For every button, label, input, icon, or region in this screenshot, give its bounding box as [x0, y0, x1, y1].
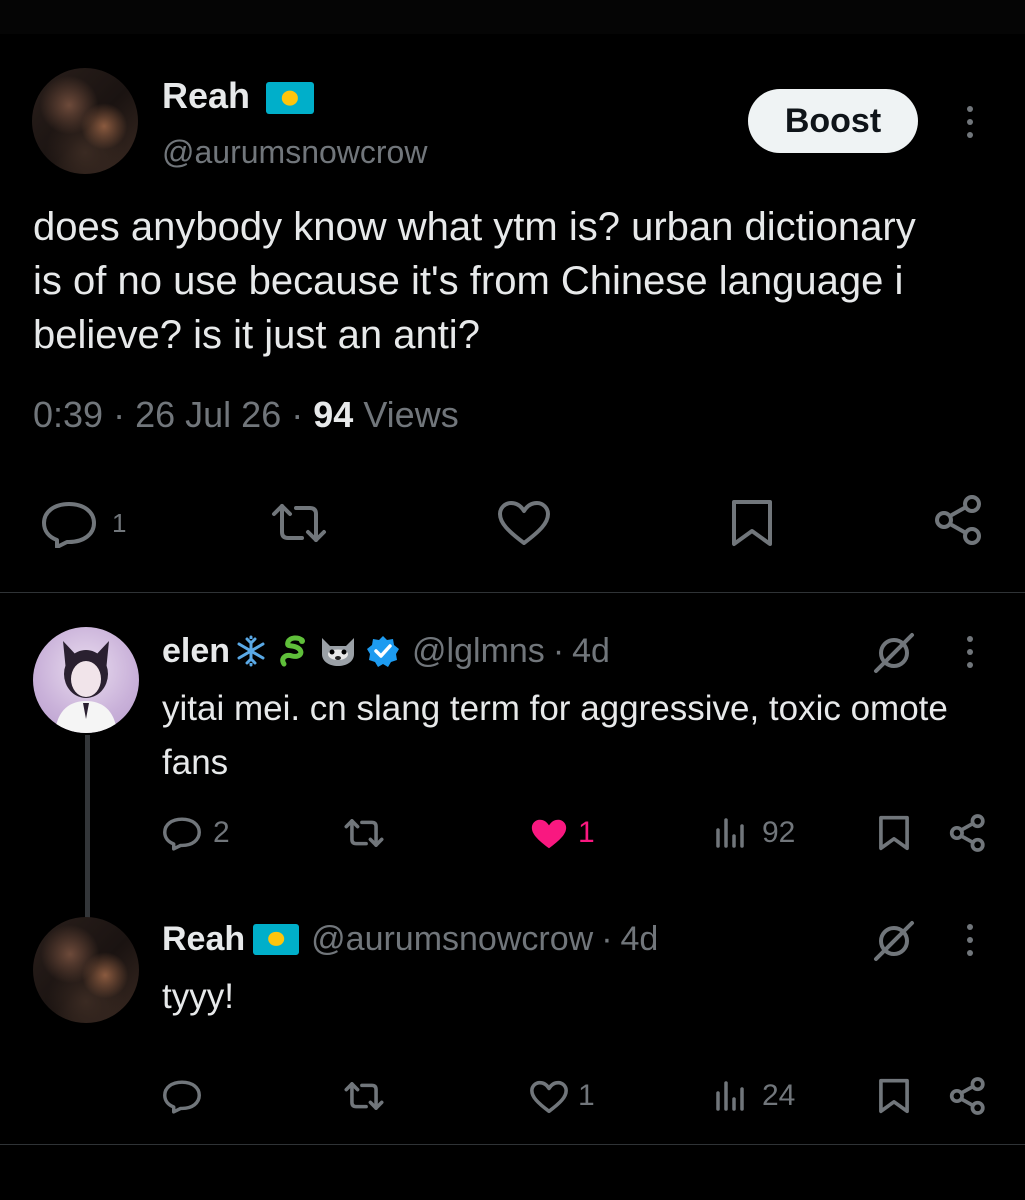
avatar-portrait-icon	[55, 641, 117, 733]
status-bar-strip	[0, 0, 1025, 34]
reply-author[interactable]: elen @lglmns · 4d	[162, 630, 610, 672]
divider	[0, 592, 1025, 593]
more-options-icon[interactable]	[960, 924, 980, 956]
boost-button[interactable]: Boost	[748, 89, 918, 153]
post-text: does anybody know what ytm is? urban dic…	[33, 205, 916, 357]
reply-count: 1	[112, 508, 127, 538]
views-icon[interactable]	[714, 1079, 748, 1113]
reply-age: 4d	[620, 920, 659, 958]
kazakhstan-flag-icon	[253, 923, 300, 955]
grok-icon[interactable]	[872, 919, 916, 963]
cat-face-icon	[318, 634, 358, 668]
reply-author[interactable]: Reah @aurumsnowcrow · 4d	[162, 918, 658, 960]
views-count: 24	[762, 1079, 796, 1112]
like-icon[interactable]	[529, 1080, 569, 1114]
divider	[0, 1144, 1025, 1145]
reply-handle[interactable]: @lglmns	[412, 630, 545, 672]
like-icon[interactable]	[496, 500, 552, 546]
separator-dot: ·	[291, 394, 304, 435]
bookmark-icon[interactable]	[730, 498, 774, 548]
thread-line	[85, 735, 90, 918]
like-icon-filled[interactable]	[529, 817, 569, 851]
reply-age: 4d	[572, 632, 610, 670]
share-icon[interactable]	[948, 1076, 988, 1116]
reply-icon[interactable]	[40, 500, 98, 548]
author-name-text: Reah	[162, 75, 251, 116]
dragon-icon	[276, 634, 310, 668]
post-date: 26 Jul 26	[135, 394, 282, 435]
like-count: 1	[578, 816, 595, 849]
repost-icon[interactable]	[342, 1079, 386, 1113]
avatar[interactable]	[32, 68, 138, 174]
reply-handle[interactable]: @aurumsnowcrow	[311, 918, 593, 960]
post-time: 0:39	[33, 394, 104, 435]
snowflake-icon	[234, 634, 268, 668]
repost-icon[interactable]	[342, 816, 386, 850]
share-icon[interactable]	[948, 813, 988, 853]
share-icon[interactable]	[932, 493, 986, 547]
reply-count: 2	[213, 816, 230, 849]
views-label: Views	[363, 394, 459, 435]
like-count: 1	[578, 1079, 595, 1112]
repost-icon[interactable]	[268, 500, 330, 546]
views-count: 92	[762, 816, 796, 849]
views-icon[interactable]	[714, 816, 748, 850]
more-options-icon[interactable]	[960, 106, 980, 138]
views-count: 94	[313, 394, 354, 435]
kazakhstan-flag-icon	[266, 82, 315, 115]
author-handle[interactable]: @aurumsnowcrow	[162, 132, 427, 172]
bookmark-icon[interactable]	[878, 814, 910, 852]
separator-dot: ·	[113, 394, 126, 435]
separator-dot: ·	[601, 920, 613, 958]
reply-icon[interactable]	[162, 815, 202, 851]
post-meta: 0:39 · 26 Jul 26 · 94 Views	[33, 392, 459, 438]
thread-screen: Reah @aurumsnowcrow Boost does anybody k…	[0, 0, 1025, 1200]
bookmark-icon[interactable]	[878, 1077, 910, 1115]
reply-author-name: Reah	[162, 920, 246, 958]
reply-text: yitai mei. cn slang term for aggressive,…	[162, 689, 948, 782]
author-name[interactable]: Reah	[162, 74, 315, 118]
grok-icon[interactable]	[872, 631, 916, 675]
avatar[interactable]	[33, 627, 139, 733]
reply-icon[interactable]	[162, 1078, 202, 1114]
avatar[interactable]	[33, 917, 139, 1023]
reply-text: tyyy!	[162, 977, 234, 1016]
separator-dot: ·	[552, 632, 565, 670]
verified-badge-icon	[366, 634, 400, 668]
more-options-icon[interactable]	[960, 636, 980, 668]
reply-author-name: elen	[162, 632, 231, 670]
